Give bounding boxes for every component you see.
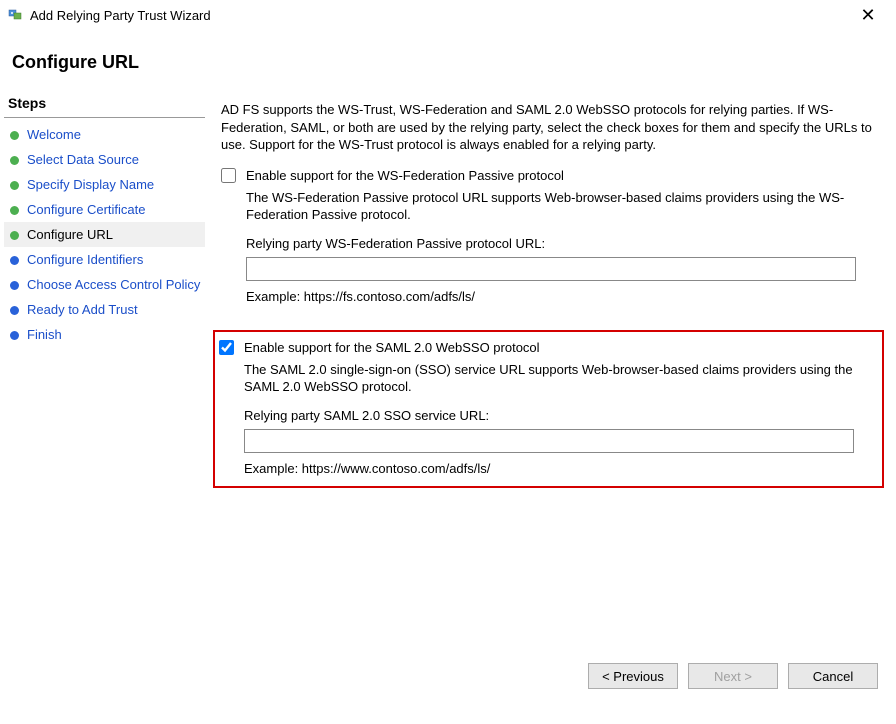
next-button[interactable]: Next > bbox=[688, 663, 778, 689]
step-label: Select Data Source bbox=[27, 152, 139, 167]
saml-highlight-box: Enable support for the SAML 2.0 WebSSO p… bbox=[213, 330, 884, 488]
saml-url-input[interactable] bbox=[244, 429, 854, 453]
step-bullet-icon bbox=[10, 181, 19, 190]
saml-url-label: Relying party SAML 2.0 SSO service URL: bbox=[244, 408, 878, 423]
previous-button[interactable]: < Previous bbox=[588, 663, 678, 689]
step-label: Finish bbox=[27, 327, 62, 342]
saml-checkbox[interactable] bbox=[219, 340, 234, 355]
content-panel: AD FS supports the WS-Trust, WS-Federati… bbox=[205, 91, 896, 701]
step-choose-access-control[interactable]: Choose Access Control Policy bbox=[4, 272, 205, 297]
step-bullet-icon bbox=[10, 306, 19, 315]
step-label: Choose Access Control Policy bbox=[27, 277, 200, 292]
cancel-button[interactable]: Cancel bbox=[788, 663, 878, 689]
app-icon bbox=[8, 7, 24, 23]
step-configure-url[interactable]: Configure URL bbox=[4, 222, 205, 247]
step-select-data-source[interactable]: Select Data Source bbox=[4, 147, 205, 172]
page-title: Configure URL bbox=[0, 30, 896, 91]
sidebar-header: Steps bbox=[4, 91, 205, 118]
titlebar: Add Relying Party Trust Wizard ✕ bbox=[0, 0, 896, 30]
step-bullet-icon bbox=[10, 131, 19, 140]
step-configure-certificate[interactable]: Configure Certificate bbox=[4, 197, 205, 222]
step-ready-to-add-trust[interactable]: Ready to Add Trust bbox=[4, 297, 205, 322]
step-label: Configure Identifiers bbox=[27, 252, 143, 267]
wsfed-desc: The WS-Federation Passive protocol URL s… bbox=[246, 189, 878, 224]
wsfed-block: Enable support for the WS-Federation Pas… bbox=[221, 168, 878, 304]
wizard-buttons: < Previous Next > Cancel bbox=[588, 663, 878, 689]
step-bullet-icon bbox=[10, 231, 19, 240]
close-button[interactable]: ✕ bbox=[848, 5, 888, 26]
step-bullet-icon bbox=[10, 256, 19, 265]
wsfed-checkbox-label: Enable support for the WS-Federation Pas… bbox=[246, 168, 564, 183]
step-configure-identifiers[interactable]: Configure Identifiers bbox=[4, 247, 205, 272]
saml-block: Enable support for the SAML 2.0 WebSSO p… bbox=[219, 340, 878, 476]
step-bullet-icon bbox=[10, 281, 19, 290]
window-title: Add Relying Party Trust Wizard bbox=[30, 8, 848, 23]
step-label: Welcome bbox=[27, 127, 81, 142]
wsfed-url-label: Relying party WS-Federation Passive prot… bbox=[246, 236, 878, 251]
main-area: Steps Welcome Select Data Source Specify… bbox=[0, 91, 896, 701]
saml-example: Example: https://www.contoso.com/adfs/ls… bbox=[244, 461, 878, 476]
step-bullet-icon bbox=[10, 331, 19, 340]
intro-text: AD FS supports the WS-Trust, WS-Federati… bbox=[221, 101, 878, 154]
step-bullet-icon bbox=[10, 206, 19, 215]
saml-desc: The SAML 2.0 single-sign-on (SSO) servic… bbox=[244, 361, 878, 396]
step-bullet-icon bbox=[10, 156, 19, 165]
step-welcome[interactable]: Welcome bbox=[4, 122, 205, 147]
saml-checkbox-label: Enable support for the SAML 2.0 WebSSO p… bbox=[244, 340, 540, 355]
step-specify-display-name[interactable]: Specify Display Name bbox=[4, 172, 205, 197]
step-finish[interactable]: Finish bbox=[4, 322, 205, 347]
step-label: Specify Display Name bbox=[27, 177, 154, 192]
wsfed-example: Example: https://fs.contoso.com/adfs/ls/ bbox=[246, 289, 878, 304]
wsfed-checkbox[interactable] bbox=[221, 168, 236, 183]
step-label: Configure Certificate bbox=[27, 202, 146, 217]
wsfed-url-input[interactable] bbox=[246, 257, 856, 281]
steps-sidebar: Steps Welcome Select Data Source Specify… bbox=[0, 91, 205, 701]
step-label: Configure URL bbox=[27, 227, 113, 242]
step-label: Ready to Add Trust bbox=[27, 302, 138, 317]
